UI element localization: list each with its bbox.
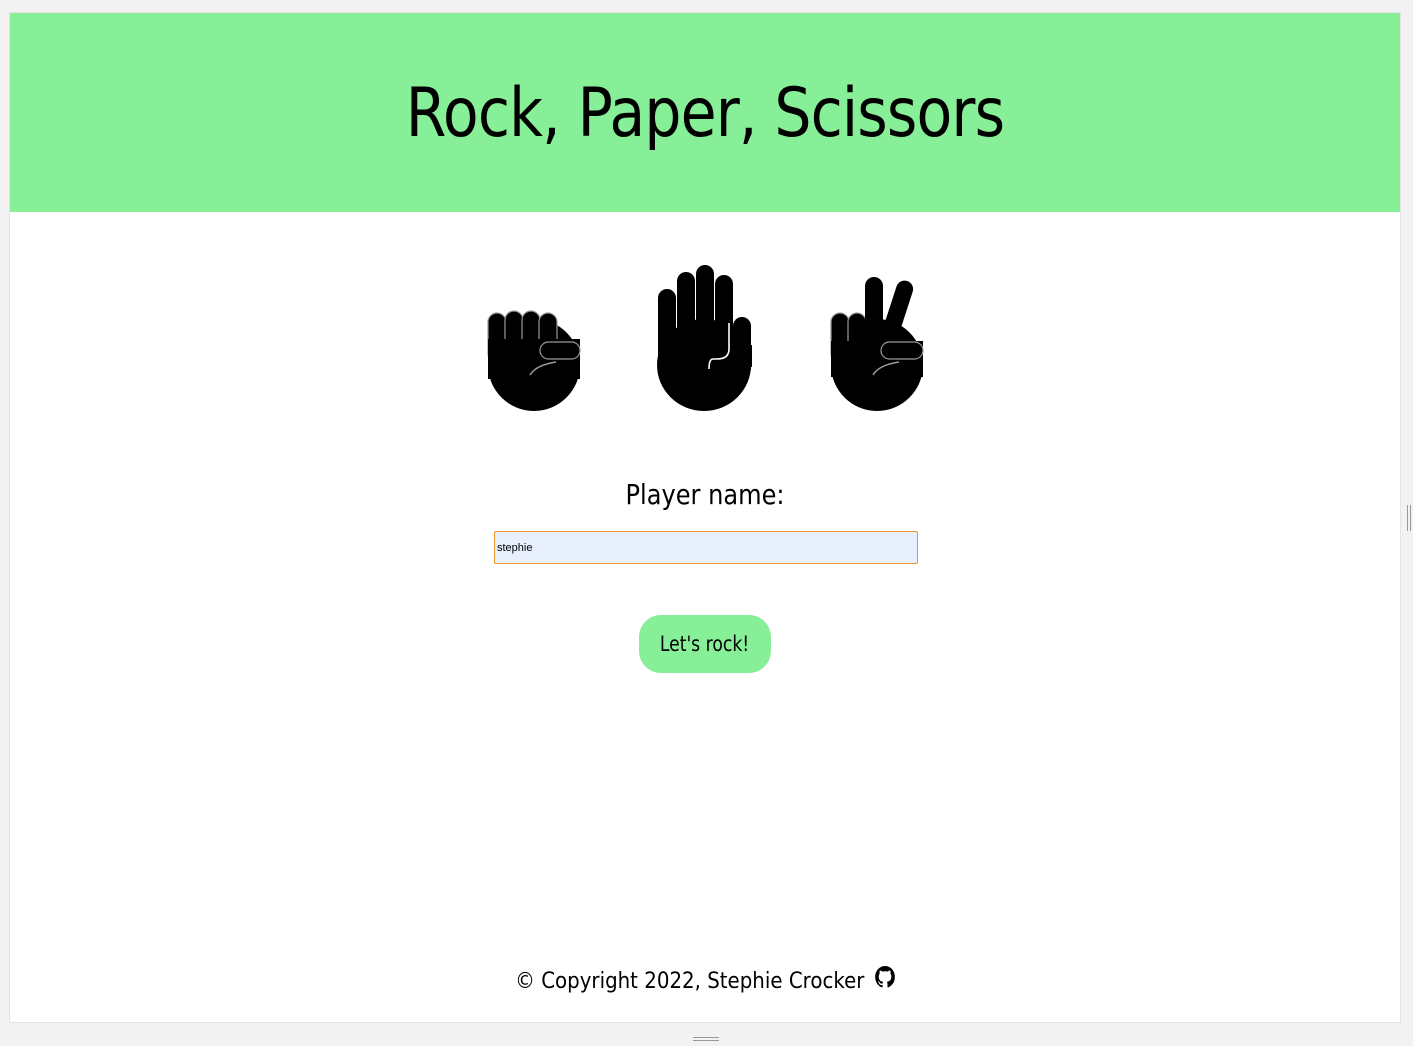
lets-rock-button[interactable]: Let's rock! [639, 615, 771, 673]
page-header: Rock, Paper, Scissors [10, 13, 1400, 212]
copyright-text: © Copyright 2022, Stephie Crocker [515, 968, 865, 994]
player-name-input[interactable] [494, 531, 918, 564]
choice-icons [10, 265, 1400, 415]
page-footer: © Copyright 2022, Stephie Crocker [10, 966, 1400, 997]
resize-handle-right[interactable] [1406, 505, 1412, 531]
resize-handle-bottom[interactable] [693, 1027, 719, 1041]
scissors-choice-icon[interactable] [829, 277, 925, 411]
lets-rock-button-label: Let's rock! [660, 632, 750, 656]
github-icon[interactable] [875, 966, 895, 997]
footer-content: © Copyright 2022, Stephie Crocker [515, 966, 895, 997]
player-name-label: Player name: [625, 478, 785, 511]
rock-choice-icon[interactable] [486, 309, 582, 411]
page-title: Rock, Paper, Scissors [405, 74, 1005, 153]
paper-choice-icon[interactable] [657, 265, 753, 411]
page: Rock, Paper, Scissors Player name: steph… [10, 13, 1400, 1022]
